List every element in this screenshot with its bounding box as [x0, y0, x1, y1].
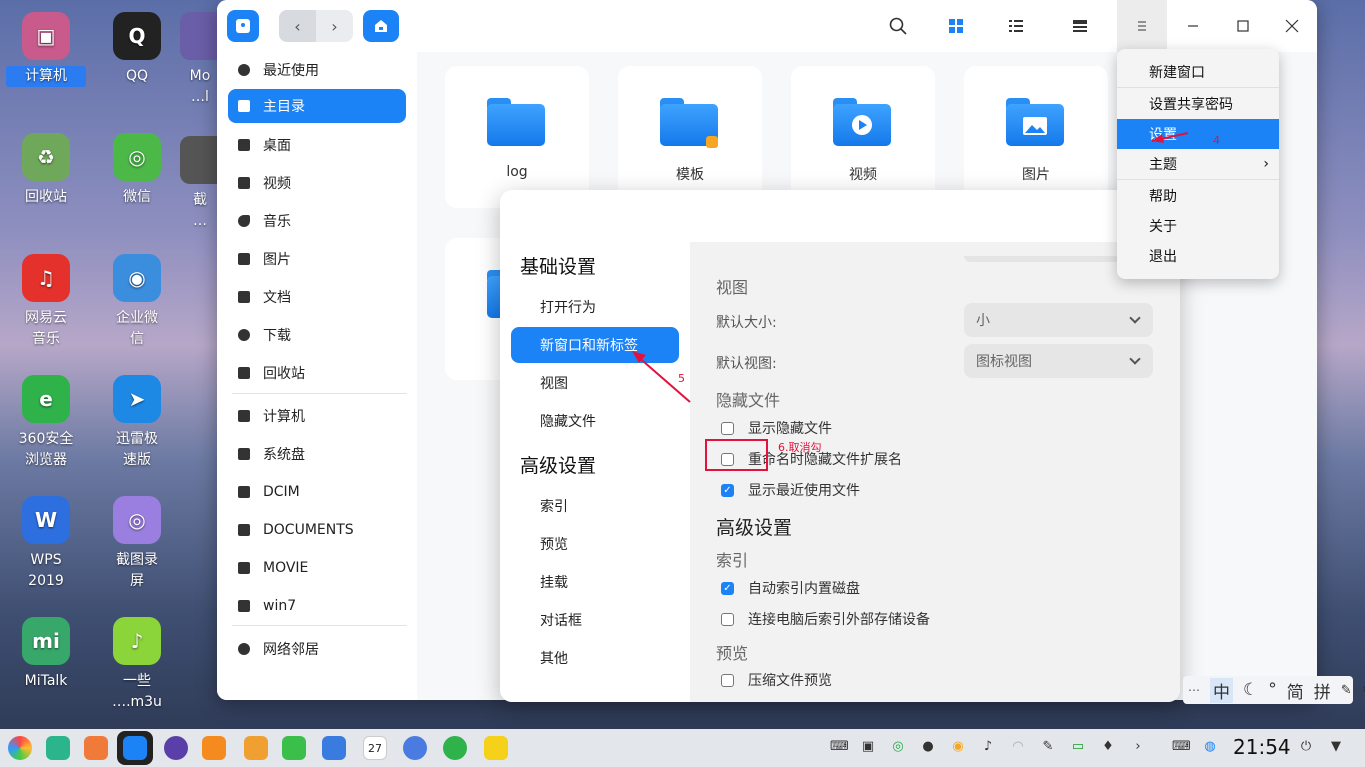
annotation-arrowhead [1152, 134, 1164, 143]
launcher-icon[interactable] [8, 736, 32, 760]
clock[interactable]: 21:54 [1233, 735, 1291, 759]
taskbar: 27 ⌨ ▣ ◎ ● ◉ ♪ ◠ ✎ ▭ ♦ › ⌨ ◍ 21:54 ⏻ ▼ [0, 729, 1365, 767]
chevron-right-icon[interactable]: › [1130, 739, 1146, 755]
ime-chinese-mode[interactable]: 中 [1210, 677, 1233, 703]
photos-icon[interactable] [244, 736, 268, 760]
gear-icon[interactable]: ⚙ [1362, 680, 1365, 700]
battery-icon[interactable]: ▭ [1070, 739, 1086, 755]
calendar-day: 27 [368, 742, 382, 755]
keyboard-icon[interactable]: ⌨ [830, 739, 849, 755]
ime-simplified[interactable]: 简 [1287, 678, 1304, 703]
update-tray-icon[interactable]: ◉ [950, 739, 966, 755]
drag-handle-icon[interactable]: ⋯ [1188, 683, 1200, 697]
music-player-icon[interactable] [282, 736, 306, 760]
ime-pinyin[interactable]: 拼 [1314, 678, 1331, 703]
annotation-highlight-box [705, 439, 768, 471]
annotation-step-5: 5 [678, 372, 685, 385]
power-icon[interactable]: ⏻ [1298, 739, 1314, 755]
trash-tray-icon[interactable]: ▼ [1328, 739, 1344, 755]
notification-bell-icon[interactable]: ♦ [1100, 739, 1116, 755]
moon-icon[interactable]: ☾ [1243, 680, 1258, 700]
document-viewer-icon[interactable] [322, 736, 346, 760]
wifi-icon[interactable]: ◠ [1010, 739, 1026, 755]
calendar-icon[interactable]: 27 [363, 736, 387, 760]
keyboard-layout-icon[interactable]: ⌨ [1172, 739, 1191, 755]
assistant-icon[interactable]: ◍ [1202, 739, 1218, 755]
annotation-step-4: 4 [1213, 134, 1220, 147]
pen-icon[interactable]: ✎ [1341, 683, 1352, 698]
wechat-tray-icon[interactable]: ◎ [890, 739, 906, 755]
disk-manager-icon[interactable]: ▣ [860, 739, 876, 755]
multitask-view-icon[interactable] [46, 736, 70, 760]
pen-tray-icon[interactable]: ✎ [1040, 739, 1056, 755]
360-browser-icon[interactable] [443, 736, 467, 760]
volume-icon[interactable]: ♪ [980, 739, 996, 755]
app-store-icon[interactable] [84, 736, 108, 760]
settings-icon[interactable] [403, 736, 427, 760]
browser-icon[interactable] [164, 736, 188, 760]
input-method-bar: ⋯ 中 ☾ ° 简 拼 ✎ ⚙ [1183, 676, 1365, 704]
video-player-icon[interactable] [484, 736, 508, 760]
shop-icon[interactable] [202, 736, 226, 760]
file-manager-taskbar-icon[interactable] [117, 731, 153, 765]
annotation-step-6: 6.取消勾 [778, 441, 822, 454]
qq-tray-icon[interactable]: ● [920, 739, 936, 755]
punctuation-icon[interactable]: ° [1268, 680, 1277, 700]
